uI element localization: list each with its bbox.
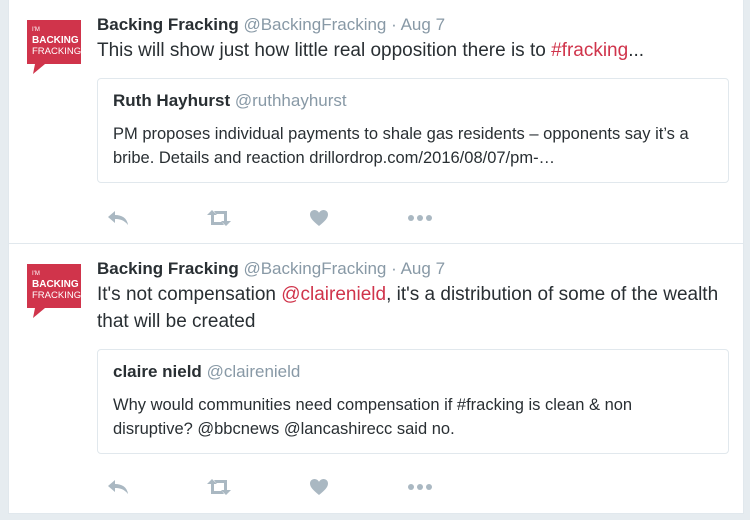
reply-button[interactable] [105, 477, 131, 497]
avatar-line2: BACKING [32, 35, 79, 46]
author-handle[interactable]: @BackingFracking [243, 15, 386, 34]
quoted-tweet-header: claire nield @clairenield [113, 361, 713, 383]
tweet-text: It's not compensation @clairenield, it's… [97, 281, 727, 335]
avatar-line1: I'M [32, 27, 40, 33]
reply-icon [108, 480, 128, 494]
mention-link[interactable]: @clairenield [281, 284, 386, 305]
separator: · [391, 259, 397, 278]
like-icon [310, 210, 328, 226]
quoted-author-handle: @clairenield [206, 362, 301, 381]
retweet-icon [207, 210, 231, 226]
tweet[interactable]: I'M BACKING FRACKING Backing Fracking @B… [9, 0, 743, 244]
more-button[interactable] [407, 208, 433, 228]
more-button[interactable] [407, 477, 433, 497]
like-button[interactable] [306, 477, 332, 497]
tweet-text-after: ... [628, 40, 645, 61]
separator: · [391, 15, 397, 34]
author-name[interactable]: Backing Fracking [97, 259, 239, 278]
avatar[interactable]: I'M BACKING FRACKING [25, 262, 83, 320]
quoted-author-name: Ruth Hayhurst [113, 91, 231, 110]
tweet-header: Backing Fracking @BackingFracking · Aug … [97, 14, 727, 36]
tweet-text-before: It's not compensation [97, 284, 282, 305]
tweet[interactable]: I'M BACKING FRACKING Backing Fracking @B… [9, 244, 743, 514]
avatar-line2: BACKING [32, 279, 79, 290]
timestamp[interactable]: Aug 7 [401, 15, 445, 34]
quoted-author-handle: @ruthhayhurst [234, 91, 347, 110]
backing-fracking-logo: I'M BACKING FRACKING [27, 264, 81, 318]
author-handle[interactable]: @BackingFracking [243, 259, 386, 278]
tweet-text-before: This will show just how little real oppo… [97, 40, 552, 61]
tweet-actions [105, 477, 445, 497]
quoted-author-name: claire nield [113, 362, 202, 381]
tweet-content: Backing Fracking @BackingFracking · Aug … [97, 244, 729, 454]
quoted-tweet-text: Why would communities need compensation … [113, 396, 633, 438]
tweet-content: Backing Fracking @BackingFracking · Aug … [97, 0, 729, 183]
hashtag-link[interactable]: #fracking [551, 40, 628, 61]
avatar-line3: FRACKING [32, 290, 81, 301]
tweet-actions [105, 208, 445, 228]
retweet-button[interactable] [206, 477, 232, 497]
quoted-tweet[interactable]: claire nield @clairenield Why would comm… [97, 349, 729, 454]
avatar-line3: FRACKING [32, 46, 81, 57]
like-button[interactable] [306, 208, 332, 228]
tweet-text: This will show just how little real oppo… [97, 37, 727, 64]
tweet-header: Backing Fracking @BackingFracking · Aug … [97, 258, 727, 280]
quoted-tweet-header: Ruth Hayhurst @ruthhayhurst [113, 90, 713, 112]
backing-fracking-logo: I'M BACKING FRACKING [27, 20, 81, 74]
retweet-button[interactable] [206, 208, 232, 228]
quoted-tweet-text: PM proposes individual payments to shale… [113, 125, 689, 167]
avatar-line1: I'M [32, 271, 40, 277]
avatar[interactable]: I'M BACKING FRACKING [25, 18, 83, 76]
retweet-icon [207, 479, 231, 495]
reply-button[interactable] [105, 208, 131, 228]
like-icon [310, 479, 328, 495]
more-icon [408, 215, 432, 221]
author-name[interactable]: Backing Fracking [97, 15, 239, 34]
timestamp[interactable]: Aug 7 [401, 259, 445, 278]
more-icon [408, 484, 432, 490]
reply-icon [108, 211, 128, 225]
timeline: I'M BACKING FRACKING Backing Fracking @B… [8, 0, 744, 514]
quoted-tweet[interactable]: Ruth Hayhurst @ruthhayhurst PM proposes … [97, 78, 729, 183]
